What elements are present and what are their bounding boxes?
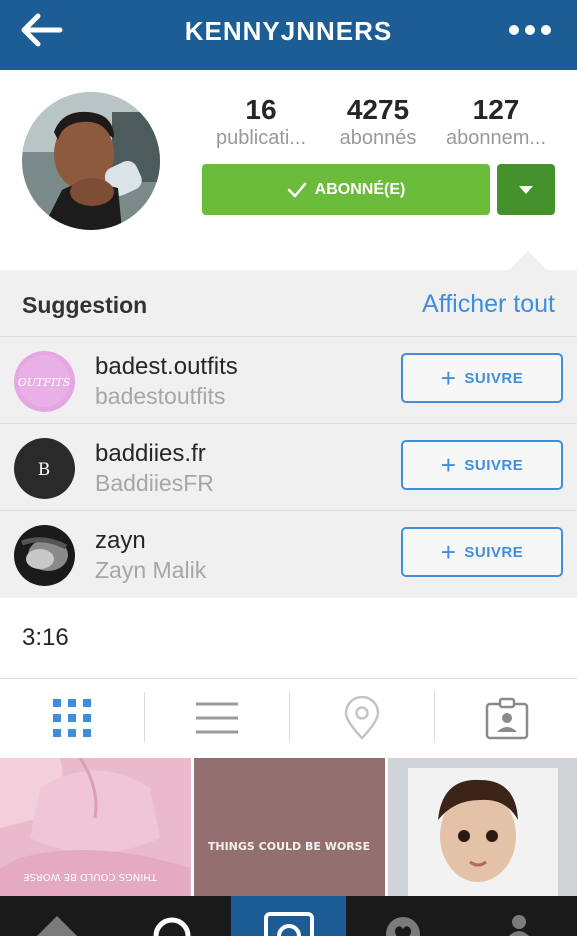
nav-profile[interactable] — [462, 896, 577, 936]
suggestion-handle: Zayn Malik — [95, 557, 207, 583]
suggestion-name[interactable]: zayn — [95, 527, 146, 555]
profile-avatar[interactable] — [22, 92, 160, 230]
stat-followers-count: 4275 — [346, 94, 410, 125]
suggestion-avatar[interactable]: OUTFITS — [14, 351, 75, 412]
camera-icon — [264, 912, 314, 936]
nav-camera[interactable] — [231, 896, 346, 936]
list-view-icon — [196, 702, 238, 734]
suggestion-avatar-logo-text: OUTFITS — [18, 376, 71, 389]
grid-view-icon — [53, 699, 91, 737]
stat-following-count: 127 — [472, 94, 520, 125]
suggestion-avatar[interactable]: B — [14, 438, 75, 499]
grid-photo[interactable]: THINGS COULD BE WORSE — [194, 758, 385, 896]
suggestions-dropdown-button[interactable] — [497, 164, 555, 215]
suggestions-title: Suggestion — [22, 292, 148, 318]
caret-down-icon — [519, 185, 533, 194]
suggestion-handle: badestoutfits — [95, 383, 226, 409]
follow-suggestion-label: SUIVRE — [464, 369, 524, 387]
follow-suggestion-button[interactable]: + SUIVRE — [401, 353, 563, 403]
profile-bio-text: 3:16 — [22, 624, 69, 651]
top-bar: KENNYJNNERS — [0, 0, 577, 70]
stat-followers-label: abonnés — [339, 127, 417, 149]
nav-home[interactable] — [0, 896, 115, 936]
heart-icon — [386, 917, 420, 936]
stat-posts-label: publicati... — [215, 127, 307, 149]
home-icon — [37, 916, 77, 936]
tagged-photos-icon — [485, 697, 529, 740]
stat-followers[interactable]: 4275 abonnés — [318, 94, 438, 150]
suggestion-handle: BaddiiesFR — [95, 470, 214, 496]
suggestion-avatar[interactable] — [14, 525, 75, 586]
following-button[interactable]: ABONNÉ(E) — [202, 164, 490, 215]
checkmark-icon — [287, 182, 306, 197]
grid-photo-caption: THINGS COULD BE WORSE — [208, 840, 370, 853]
suggestion-item[interactable]: OUTFITS badest.outfits badestoutfits + S… — [0, 337, 577, 423]
nav-search[interactable] — [115, 896, 230, 936]
search-icon — [153, 917, 191, 936]
suggestion-item[interactable]: zayn Zayn Malik + SUIVRE — [0, 511, 577, 597]
stat-following-label: abonnem... — [445, 127, 547, 149]
divider — [0, 678, 577, 679]
suggestion-name[interactable]: badest.outfits — [95, 353, 238, 381]
plus-icon: + — [440, 363, 457, 393]
tab-grid[interactable] — [0, 690, 144, 746]
plus-icon: + — [440, 537, 457, 567]
more-dots-icon[interactable] — [507, 22, 553, 38]
plus-icon: + — [440, 450, 457, 480]
follow-suggestion-button[interactable]: + SUIVRE — [401, 527, 563, 577]
follow-suggestion-button[interactable]: + SUIVRE — [401, 440, 563, 490]
stat-following[interactable]: 127 abonnem... — [436, 94, 556, 150]
location-pin-icon — [344, 696, 380, 740]
grid-photo-caption-mirrored: THINGS COULD BE WORSE — [23, 871, 158, 882]
profile-icon — [509, 915, 529, 936]
profile-username-title: KENNYJNNERS — [184, 16, 393, 46]
nav-activity[interactable] — [346, 896, 461, 936]
suggestion-avatar-letter: B — [38, 460, 51, 480]
tab-location[interactable] — [290, 690, 434, 746]
stat-posts[interactable]: 16 publicati... — [201, 94, 321, 150]
suggestions-pointer — [509, 251, 547, 270]
see-all-link[interactable]: Afficher tout — [422, 290, 555, 319]
tab-tagged[interactable] — [435, 690, 577, 746]
follow-suggestion-label: SUIVRE — [464, 456, 524, 474]
suggestions-panel: Suggestion Afficher tout OUTFITS badest.… — [0, 270, 577, 598]
suggestion-item[interactable]: B baddiies.fr BaddiiesFR + SUIVRE — [0, 424, 577, 510]
stat-posts-count: 16 — [245, 94, 277, 125]
follow-suggestion-label: SUIVRE — [464, 543, 524, 561]
grid-photo[interactable] — [388, 758, 577, 896]
following-button-label: ABONNÉ(E) — [314, 180, 406, 198]
grid-photo[interactable]: THINGS COULD BE WORSE — [0, 758, 191, 896]
suggestion-name[interactable]: baddiies.fr — [95, 440, 206, 468]
tab-list[interactable] — [145, 690, 289, 746]
bottom-nav — [0, 896, 577, 936]
